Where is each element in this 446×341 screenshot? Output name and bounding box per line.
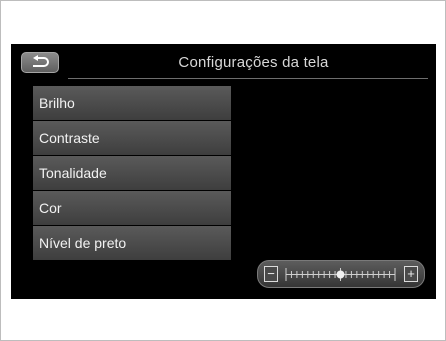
menu-item-nivel-de-preto[interactable]: Nível de preto xyxy=(33,226,231,260)
page-title: Configurações da tela xyxy=(178,54,329,71)
menu-item-cor[interactable]: Cor xyxy=(33,191,231,225)
decrease-button[interactable]: − xyxy=(264,266,278,282)
increase-button[interactable]: + xyxy=(404,266,418,282)
menu-item-contraste[interactable]: Contraste xyxy=(33,121,231,155)
title-divider xyxy=(68,78,428,79)
menu-item-brilho[interactable]: Brilho xyxy=(33,86,231,120)
menu-item-tonalidade[interactable]: Tonalidade xyxy=(33,156,231,190)
back-button[interactable] xyxy=(21,52,59,73)
display-settings-screen: Configurações da tela Brilho Contraste T… xyxy=(11,44,436,299)
adjustment-slider[interactable]: − + xyxy=(257,260,425,288)
slider-knob[interactable] xyxy=(336,270,345,279)
page-frame: Configurações da tela Brilho Contraste T… xyxy=(0,0,446,341)
slider-track[interactable] xyxy=(285,267,396,282)
settings-menu: Brilho Contraste Tonalidade Cor Nível de… xyxy=(33,86,231,261)
